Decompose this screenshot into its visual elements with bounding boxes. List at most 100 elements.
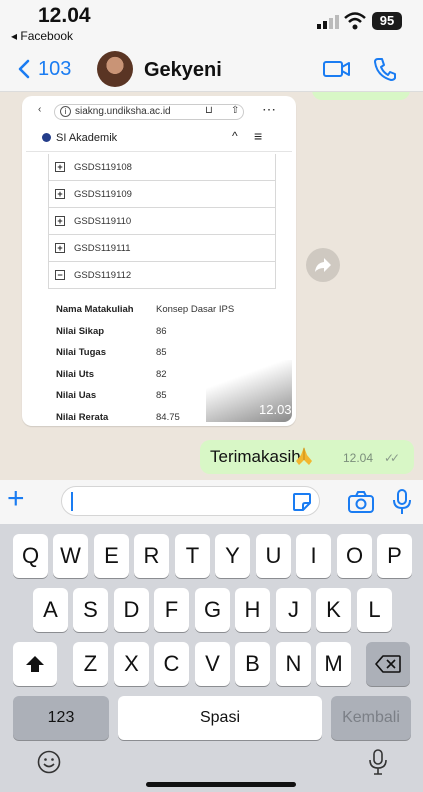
wifi-icon bbox=[344, 12, 366, 30]
key-o[interactable]: O bbox=[337, 534, 372, 578]
tree-row: + GSDS119109 bbox=[48, 181, 276, 208]
backspace-key[interactable] bbox=[366, 642, 410, 686]
url-text: siakng.undiksha.ac.id bbox=[75, 106, 171, 117]
shared-screenshot-image[interactable]: ‹ i siakng.undiksha.ac.id ⊔ ⇧ ⋯ SI Akade… bbox=[26, 100, 292, 422]
forward-arrow-icon bbox=[315, 258, 331, 272]
key-b[interactable]: B bbox=[235, 642, 270, 686]
folded-hands-emoji-icon bbox=[296, 447, 312, 465]
whatsapp-chat-screen: 12.04 ◂ Facebook 95 103 Gekyeni ‹ i siak… bbox=[0, 0, 423, 792]
key-q[interactable]: Q bbox=[13, 534, 48, 578]
contact-name[interactable]: Gekyeni bbox=[144, 59, 222, 82]
image-message-time: 12.03 bbox=[259, 402, 292, 417]
course-code: GSDS119110 bbox=[74, 216, 132, 227]
course-code: GSDS119108 bbox=[74, 162, 132, 173]
contact-avatar[interactable] bbox=[97, 51, 133, 87]
key-l[interactable]: L bbox=[357, 588, 392, 632]
phone-call-icon[interactable] bbox=[373, 56, 397, 82]
emoji-icon[interactable] bbox=[37, 750, 61, 774]
detail-value: Konsep Dasar IPS bbox=[156, 304, 235, 315]
key-t[interactable]: T bbox=[175, 534, 210, 578]
expand-toggle-icon: + bbox=[55, 162, 65, 172]
expand-toggle-icon: + bbox=[55, 216, 65, 226]
chat-area[interactable]: ‹ i siakng.undiksha.ac.id ⊔ ⇧ ⋯ SI Akade… bbox=[0, 92, 423, 480]
key-d[interactable]: D bbox=[114, 588, 149, 632]
tree-row: + GSDS119111 bbox=[48, 235, 276, 262]
key-w[interactable]: W bbox=[53, 534, 88, 578]
hamburger-menu-icon: ≡ bbox=[254, 128, 263, 144]
key-y[interactable]: Y bbox=[215, 534, 250, 578]
cellular-signal-icon bbox=[317, 15, 339, 29]
key-z[interactable]: Z bbox=[73, 642, 108, 686]
key-x[interactable]: X bbox=[114, 642, 149, 686]
key-c[interactable]: C bbox=[154, 642, 189, 686]
tree-row: + GSDS119108 bbox=[48, 154, 276, 181]
detail-label: Nilai Rerata bbox=[56, 411, 109, 423]
detail-value: 84.75 bbox=[156, 411, 180, 423]
backspace-icon bbox=[375, 655, 401, 673]
video-call-icon[interactable] bbox=[322, 57, 352, 81]
site-header: SI Akademik ^ ≡ bbox=[26, 126, 292, 152]
camera-icon[interactable] bbox=[347, 490, 375, 514]
space-key[interactable]: Spasi bbox=[118, 696, 322, 740]
battery-indicator: 95 bbox=[372, 12, 402, 30]
expand-toggle-icon: + bbox=[55, 189, 65, 199]
share-icon: ⇧ bbox=[231, 105, 240, 116]
more-icon: ⋯ bbox=[262, 101, 276, 117]
key-m[interactable]: M bbox=[316, 642, 351, 686]
detail-value: 85 bbox=[156, 390, 167, 401]
key-u[interactable]: U bbox=[256, 534, 291, 578]
outgoing-message-bubble[interactable]: Terimakasih 12.04 ✓✓ bbox=[200, 440, 414, 474]
key-s[interactable]: S bbox=[73, 588, 108, 632]
shift-key[interactable] bbox=[13, 642, 57, 686]
unread-count: 103 bbox=[38, 58, 72, 80]
info-icon: i bbox=[60, 106, 71, 117]
course-code: GSDS119109 bbox=[74, 189, 132, 200]
back-button[interactable]: 103 bbox=[18, 54, 78, 84]
detail-label: Nilai Sikap bbox=[56, 325, 105, 337]
on-screen-keyboard: Q W E R T Y U I O P A S D F G H J K L Z … bbox=[0, 524, 423, 792]
previous-message-bubble bbox=[312, 92, 410, 100]
key-r[interactable]: R bbox=[134, 534, 169, 578]
message-input-bar: + bbox=[0, 480, 423, 524]
browser-url-bar: ‹ i siakng.undiksha.ac.id ⊔ ⇧ ⋯ bbox=[26, 101, 292, 122]
sticker-icon[interactable] bbox=[291, 491, 313, 513]
numbers-key[interactable]: 123 bbox=[13, 696, 109, 740]
bookmark-icon: ⊔ bbox=[205, 105, 213, 116]
attach-plus-icon[interactable]: + bbox=[7, 484, 25, 514]
expand-toggle-icon: + bbox=[55, 243, 65, 253]
return-key[interactable]: Kembali bbox=[331, 696, 411, 740]
key-g[interactable]: G bbox=[195, 588, 230, 632]
detail-label: Nilai Uas bbox=[56, 390, 97, 401]
key-a[interactable]: A bbox=[33, 588, 68, 632]
read-ticks-icon: ✓✓ bbox=[384, 451, 400, 465]
key-v[interactable]: V bbox=[195, 642, 230, 686]
key-k[interactable]: K bbox=[316, 588, 351, 632]
chat-header: 103 Gekyeni bbox=[0, 46, 423, 92]
message-input[interactable] bbox=[61, 486, 320, 516]
course-tree: + GSDS119108 + GSDS119109 + GSDS119110 +… bbox=[48, 154, 276, 289]
outgoing-message-text: Terimakasih bbox=[210, 447, 301, 466]
key-n[interactable]: N bbox=[276, 642, 311, 686]
forward-button[interactable] bbox=[306, 248, 340, 282]
key-j[interactable]: J bbox=[276, 588, 311, 632]
key-i[interactable]: I bbox=[296, 534, 331, 578]
site-name: SI Akademik bbox=[56, 132, 118, 144]
dictation-microphone-icon[interactable] bbox=[368, 748, 388, 776]
back-to-facebook-link[interactable]: ◂ Facebook bbox=[11, 29, 73, 43]
detail-value: 82 bbox=[156, 368, 167, 380]
key-f[interactable]: F bbox=[154, 588, 189, 632]
tree-row: + GSDS119110 bbox=[48, 208, 276, 235]
collapse-toggle-icon: − bbox=[55, 270, 65, 280]
key-h[interactable]: H bbox=[235, 588, 270, 632]
key-e[interactable]: E bbox=[94, 534, 129, 578]
course-code: GSDS119111 bbox=[74, 243, 131, 254]
detail-row: Nilai Sikap 86 bbox=[56, 326, 276, 348]
tree-row: − GSDS119112 bbox=[48, 262, 276, 289]
microphone-icon[interactable] bbox=[392, 488, 412, 516]
key-p[interactable]: P bbox=[377, 534, 412, 578]
image-message-bubble[interactable]: ‹ i siakng.undiksha.ac.id ⊔ ⇧ ⋯ SI Akade… bbox=[22, 96, 296, 426]
detail-value: 86 bbox=[156, 325, 167, 337]
chevron-left-icon bbox=[18, 59, 30, 79]
detail-label: Nilai Uts bbox=[56, 368, 95, 380]
text-cursor bbox=[71, 492, 73, 511]
